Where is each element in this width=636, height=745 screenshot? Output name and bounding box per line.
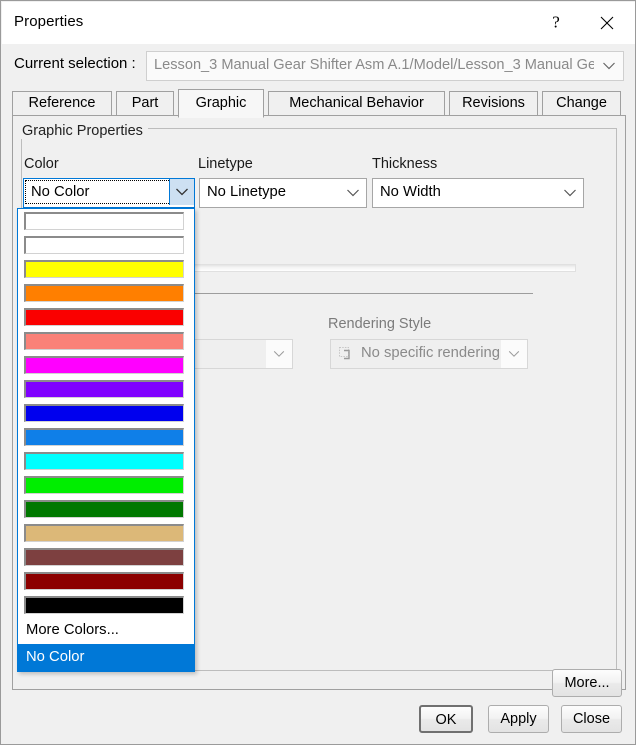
rendering-style-arrow[interactable] [501, 340, 527, 368]
color-option-green[interactable] [18, 473, 194, 497]
color-swatch [24, 428, 184, 446]
color-swatch [24, 332, 184, 350]
tab-label: Graphic [195, 95, 247, 111]
color-swatch [24, 308, 184, 326]
current-selection-label: Current selection : [14, 55, 136, 72]
linetype-combo[interactable]: No Linetype [199, 178, 367, 208]
section-separator [193, 293, 533, 294]
color-swatch [24, 596, 184, 614]
color-option-orange[interactable] [18, 281, 194, 305]
color-swatch [24, 212, 184, 230]
current-selection-value: Lesson_3 Manual Gear Shifter Asm A.1/Mod… [154, 57, 594, 73]
tab-label: Change [556, 95, 607, 111]
tab-revisions[interactable]: Revisions [449, 91, 538, 116]
tab-mechanical-behavior[interactable]: Mechanical Behavior [268, 91, 445, 116]
more-colors-option[interactable]: More Colors... [18, 617, 194, 644]
color-swatch [24, 260, 184, 278]
rendering-style-label: Rendering Style [328, 316, 432, 332]
tab-part[interactable]: Part [116, 91, 174, 116]
color-option-tan[interactable] [18, 521, 194, 545]
color-swatch [24, 356, 184, 374]
tab-graphic[interactable]: Graphic [178, 89, 264, 118]
no-color-option[interactable]: No Color [18, 644, 194, 671]
rendering-style-value: No specific rendering [361, 345, 500, 361]
close-icon [600, 16, 614, 30]
rendering-style-combo[interactable]: No specific rendering [330, 339, 528, 369]
color-option-dark-red[interactable] [18, 569, 194, 593]
color-option-cyan[interactable] [18, 449, 194, 473]
title-bar: Properties ? [2, 2, 635, 44]
current-selection-combo[interactable]: Lesson_3 Manual Gear Shifter Asm A.1/Mod… [146, 51, 624, 81]
color-combo[interactable]: No Color [23, 178, 195, 208]
color-swatch [24, 404, 184, 422]
chevron-down-icon [564, 189, 576, 197]
chevron-down-icon [508, 351, 520, 357]
tab-label: Part [131, 95, 159, 111]
current-selection-arrow[interactable] [595, 52, 623, 80]
thickness-label: Thickness [372, 156, 438, 172]
properties-dialog: Properties ? Current selection : Lesson_… [0, 0, 636, 745]
color-swatch [24, 236, 184, 254]
blank-combo-arrow[interactable] [266, 340, 292, 368]
close-button[interactable] [584, 3, 630, 43]
color-option-black[interactable] [18, 593, 194, 617]
color-swatch [24, 572, 184, 590]
graphic-properties-legend: Graphic Properties [18, 123, 148, 139]
color-option-magenta[interactable] [18, 353, 194, 377]
color-swatch [24, 284, 184, 302]
tab-change[interactable]: Change [542, 91, 621, 116]
window-title: Properties [14, 13, 84, 30]
tab-label: Revisions [462, 95, 525, 111]
color-swatch [24, 452, 184, 470]
tab-reference[interactable]: Reference [12, 91, 112, 116]
apply-button[interactable]: Apply [488, 705, 549, 733]
chevron-down-icon [347, 189, 359, 197]
thickness-combo[interactable]: No Width [372, 178, 584, 208]
color-label: Color [24, 156, 59, 172]
color-option-brown[interactable] [18, 545, 194, 569]
color-option-dark-green[interactable] [18, 497, 194, 521]
chevron-down-icon [176, 188, 188, 196]
color-dropdown-list[interactable]: More Colors... No Color [17, 208, 195, 672]
color-combo-value: No Color [31, 184, 90, 200]
linetype-combo-value: No Linetype [207, 184, 286, 200]
question-mark-icon: ? [552, 12, 560, 32]
thickness-combo-arrow[interactable] [557, 179, 583, 207]
color-option-white-2[interactable] [18, 233, 194, 257]
color-swatch [24, 524, 184, 542]
tab-label: Mechanical Behavior [289, 95, 424, 111]
color-swatch [24, 548, 184, 566]
color-option-dodger-blue[interactable] [18, 425, 194, 449]
more-button[interactable]: More... [552, 669, 622, 697]
tab-label: Reference [28, 95, 96, 111]
close-dialog-button[interactable]: Close [561, 705, 622, 733]
color-option-violet[interactable] [18, 377, 194, 401]
color-swatch [24, 380, 184, 398]
color-option-blue[interactable] [18, 401, 194, 425]
color-option-yellow[interactable] [18, 257, 194, 281]
color-option-red[interactable] [18, 305, 194, 329]
color-option-white-1[interactable] [18, 209, 194, 233]
chevron-down-icon [273, 351, 285, 357]
rendering-style-icon [339, 347, 350, 360]
help-button[interactable]: ? [533, 3, 579, 43]
linetype-label: Linetype [198, 156, 253, 172]
color-combo-arrow[interactable] [169, 179, 194, 205]
color-swatch [24, 500, 184, 518]
color-swatch [24, 476, 184, 494]
ok-button[interactable]: OK [419, 705, 473, 733]
color-option-salmon[interactable] [18, 329, 194, 353]
opacity-slider[interactable] [193, 264, 576, 272]
chevron-down-icon [603, 62, 615, 70]
thickness-combo-value: No Width [380, 184, 441, 200]
linetype-combo-arrow[interactable] [340, 179, 366, 207]
